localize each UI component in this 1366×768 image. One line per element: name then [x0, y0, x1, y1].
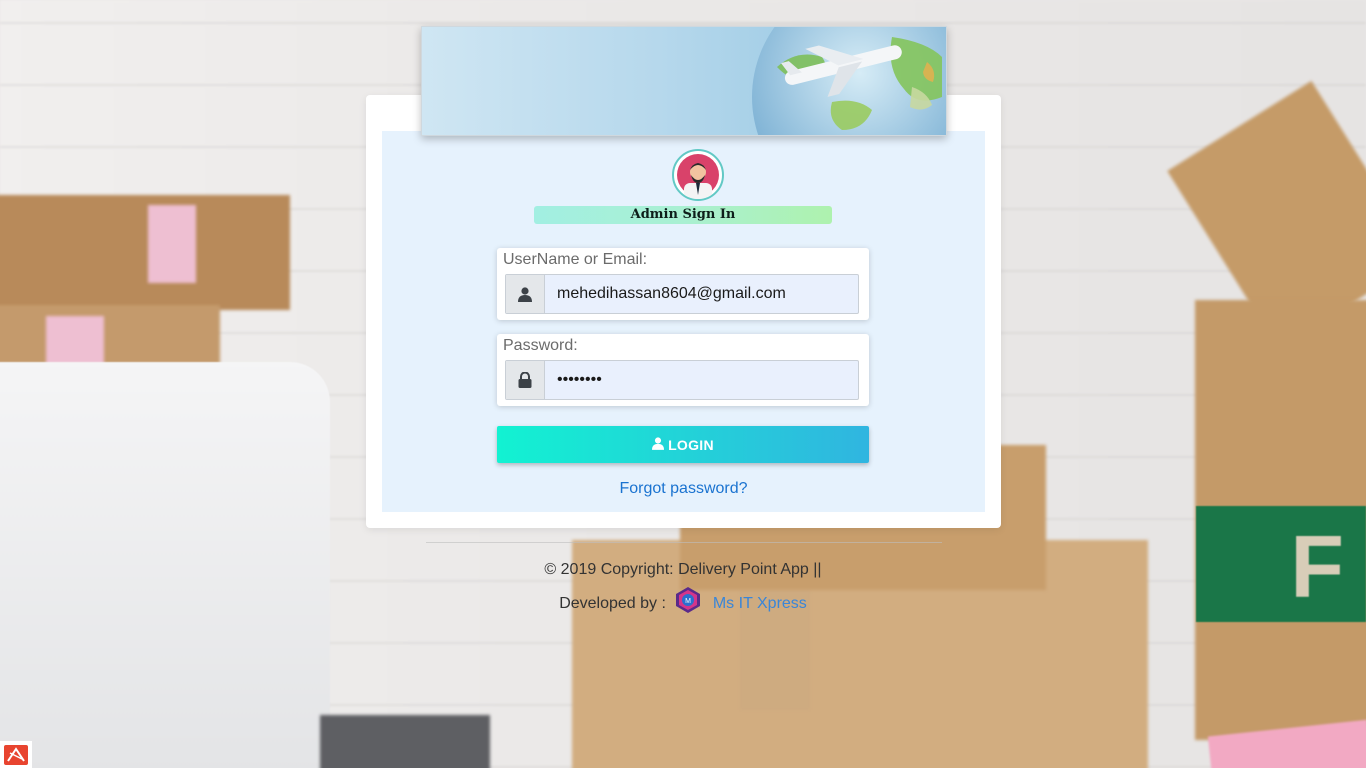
password-field-card: Password:	[497, 334, 869, 406]
ms-it-xpress-logo-icon: M	[674, 586, 702, 614]
footer-divider	[426, 542, 942, 543]
developer-link[interactable]: Ms IT Xpress	[713, 595, 807, 612]
login-button-label: LOGIN	[668, 436, 714, 453]
login-button[interactable]: LOGIN	[497, 426, 869, 463]
app-corner-icon[interactable]	[0, 741, 32, 768]
copyright-text: © 2019 Copyright: Delivery Point App ||	[544, 561, 822, 578]
banner-image	[421, 26, 947, 136]
lock-icon	[506, 361, 545, 399]
forgot-password-link[interactable]: Forgot password?	[382, 480, 985, 498]
developed-by-label: Developed by :	[559, 595, 666, 613]
user-icon	[506, 275, 545, 313]
sticky-note	[148, 205, 196, 283]
username-input[interactable]	[545, 275, 858, 313]
password-input-group	[505, 360, 859, 400]
laptop-keyboard	[320, 715, 490, 768]
login-card: Admin Sign In UserName or Email: Passwor…	[366, 95, 1001, 528]
password-label: Password:	[503, 337, 578, 354]
password-input[interactable]	[545, 361, 858, 399]
signin-title: Admin Sign In	[534, 206, 832, 224]
globe-plane-illustration	[752, 27, 946, 135]
admin-avatar-icon	[672, 149, 724, 201]
cardboard-box	[0, 195, 290, 310]
login-panel: Admin Sign In UserName or Email: Passwor…	[382, 131, 985, 512]
developer-credit: Developed by : M Ms IT Xpress	[0, 587, 1366, 618]
sticky-note	[46, 316, 104, 366]
svg-text:M: M	[685, 598, 691, 605]
user-icon	[652, 436, 665, 453]
username-label: UserName or Email:	[503, 251, 648, 268]
username-field-card: UserName or Email:	[497, 248, 869, 320]
username-input-group	[505, 274, 859, 314]
